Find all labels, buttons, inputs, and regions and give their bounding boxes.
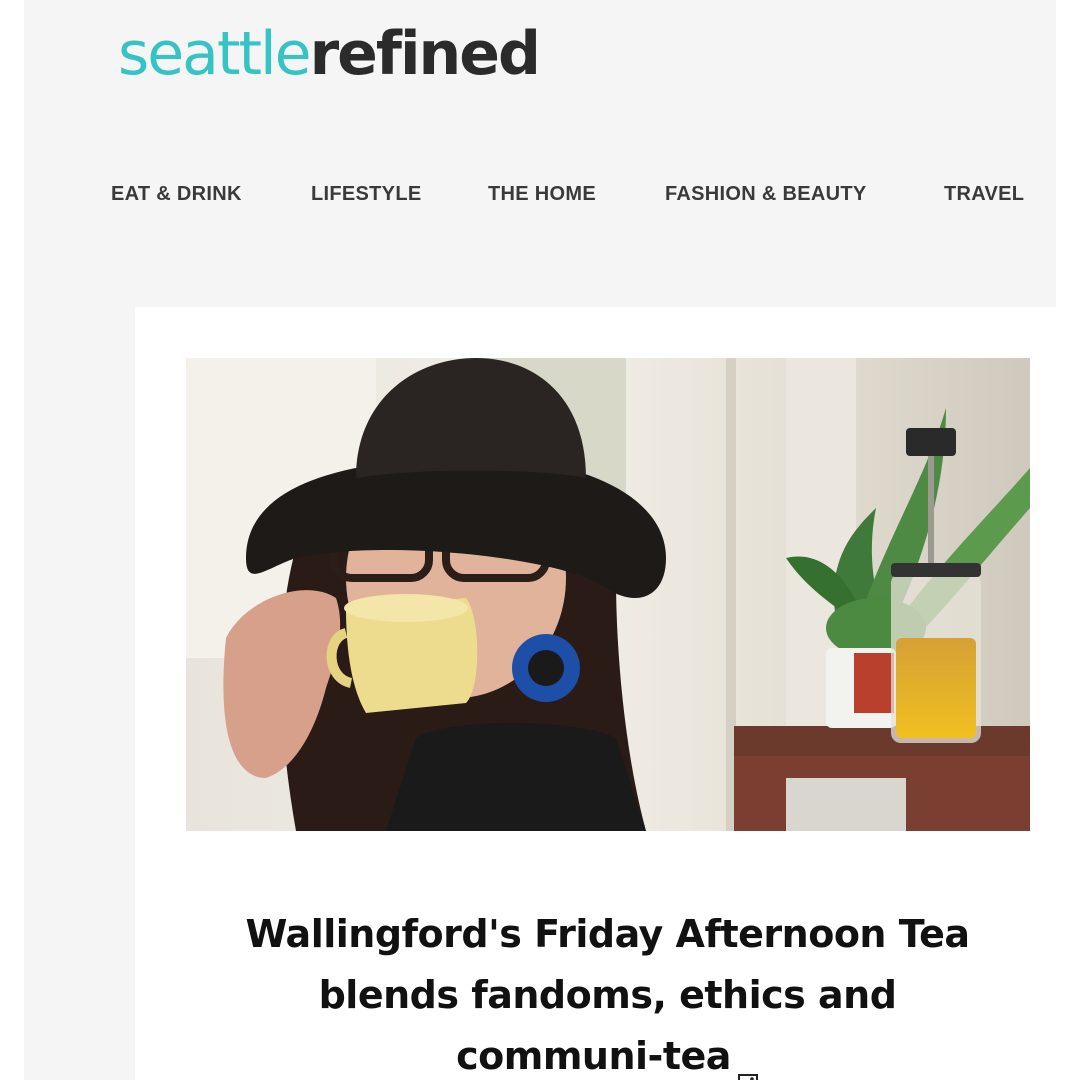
- site-container: seattlerefined EAT & DRINK LIFESTYLE THE…: [24, 0, 1080, 1080]
- main-nav: EAT & DRINK LIFESTYLE THE HOME FASHION &…: [111, 180, 1056, 208]
- logo-text-bold: refined: [309, 19, 541, 89]
- headline-line-2: blends fandoms, ethics and: [318, 973, 897, 1018]
- headline-line-3: communi-tea: [456, 1034, 731, 1079]
- nav-item-travel[interactable]: TRAVEL: [944, 180, 1024, 208]
- article-card: Wallingford's Friday Afternoon Tea blend…: [135, 307, 1080, 1080]
- image-icon: [737, 1049, 759, 1080]
- nav-item-the-home[interactable]: THE HOME: [488, 180, 596, 208]
- nav-item-fashion-beauty[interactable]: FASHION & BEAUTY: [665, 180, 866, 208]
- headline-line-1: Wallingford's Friday Afternoon Tea: [245, 912, 970, 957]
- site-logo[interactable]: seattlerefined: [118, 18, 541, 90]
- page: seattlerefined EAT & DRINK LIFESTYLE THE…: [0, 0, 1080, 1080]
- hero-image[interactable]: [186, 358, 1030, 831]
- hero-photo: [186, 358, 1030, 831]
- article-headline[interactable]: Wallingford's Friday Afternoon Tea blend…: [175, 904, 1040, 1080]
- nav-item-lifestyle[interactable]: LIFESTYLE: [311, 180, 421, 208]
- logo-text-light: seattle: [118, 19, 312, 89]
- nav-item-eat-drink[interactable]: EAT & DRINK: [111, 180, 242, 208]
